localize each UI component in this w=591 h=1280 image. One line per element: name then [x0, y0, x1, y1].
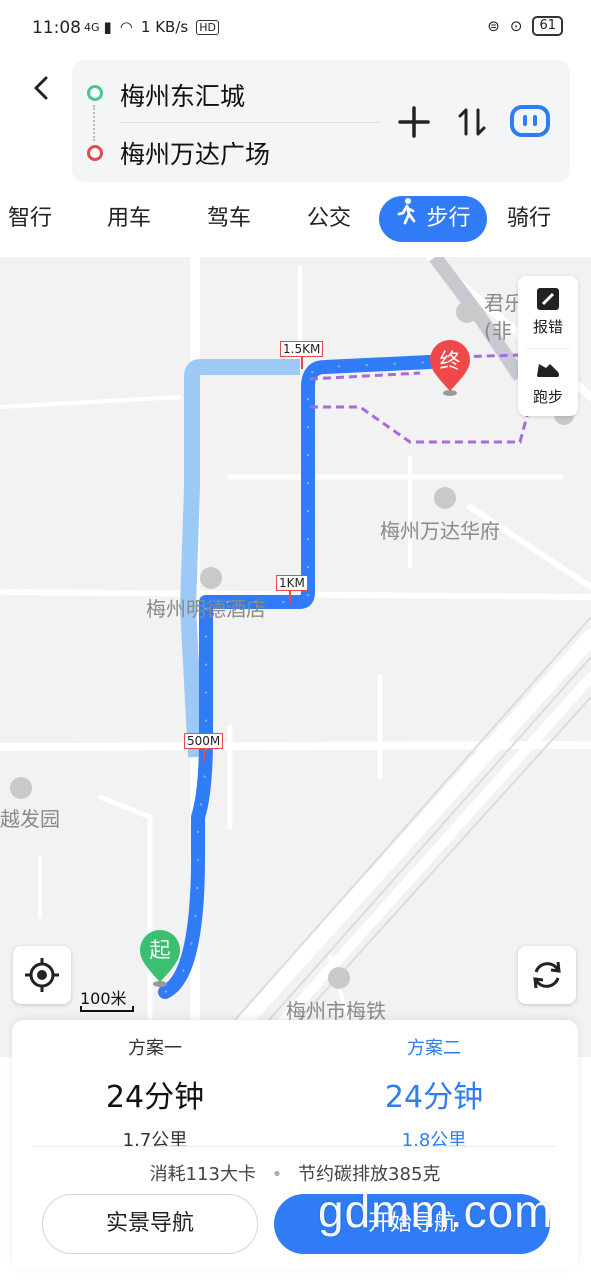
network-speed: 1 KB/s [140, 18, 189, 36]
poi-hotel-top-2: (非 [484, 319, 512, 343]
wifi-icon: ◠ [119, 18, 133, 36]
calories-text: 消耗113大卡 [149, 1164, 256, 1185]
refresh-route-button[interactable] [518, 946, 576, 1004]
report-error-label: 报错 [532, 318, 563, 336]
plan-duration: 24分钟 [105, 1080, 205, 1115]
tab-ride-hailing[interactable]: 用车 [96, 196, 162, 242]
signal-bars-icon: ▮ [103, 18, 112, 36]
station-poi-icon [328, 967, 350, 989]
back-button[interactable] [28, 70, 56, 106]
hd-icon: HD [196, 19, 219, 35]
tab-drive[interactable]: 驾车 [196, 196, 262, 242]
voice-assistant-button[interactable] [508, 101, 552, 141]
start-marker-label: 起 [149, 938, 171, 962]
map-side-panel: 报错 跑步 [518, 276, 578, 416]
route-summary: 消耗113大卡 • 节约碳排放385克 [12, 1160, 578, 1186]
poi-mingde-hotel: 梅州明德酒店 [146, 597, 266, 621]
distance-mark-1-5km: 1.5KM [280, 341, 324, 357]
battery-indicator: 61 [532, 16, 563, 36]
walking-icon [395, 196, 419, 242]
map-canvas [0, 257, 591, 1057]
shoe-icon [537, 364, 559, 377]
divider [120, 122, 380, 123]
swap-icon [458, 108, 486, 136]
chevron-left-icon [34, 76, 48, 100]
signal-icon: 4G [84, 20, 100, 34]
locate-button[interactable] [13, 946, 71, 1004]
plan-name: 方案一 [128, 1038, 182, 1059]
plan-distance: 1.8公里 [401, 1130, 467, 1151]
summary-dot: • [271, 1164, 283, 1185]
end-marker-label: 终 [439, 349, 461, 373]
tab-transit[interactable]: 公交 [296, 196, 362, 242]
add-waypoint-button[interactable] [394, 102, 434, 142]
status-time: 11:08 [32, 18, 81, 38]
origin-field[interactable]: 梅州东汇城 [120, 77, 245, 113]
run-button[interactable]: 跑步 [518, 356, 578, 407]
hotel-poi-icon [200, 567, 222, 589]
tab-bike[interactable]: 骑行 [496, 196, 562, 242]
tab-smart[interactable]: 智行 [0, 196, 60, 242]
edit-icon [537, 288, 559, 310]
status-right: ⊜ ⊙ 61 [487, 16, 563, 36]
start-marker[interactable]: 起 [137, 928, 183, 988]
carbon-text: 节约碳排放385克 [298, 1164, 441, 1185]
report-error-button[interactable]: 报错 [518, 286, 578, 337]
tab-walk[interactable]: 步行 [379, 196, 487, 242]
map-view[interactable]: 1.5KM 1KM 500M 君乐 (非 梅州万达华府 梅州明德酒店 越发园 梅… [0, 257, 591, 1057]
watermark-logo: gdmm.com [318, 1185, 554, 1237]
status-network: 4G ▮ ◠ 1 KB/s HD [80, 18, 219, 36]
distance-mark-1km: 1KM [276, 575, 308, 591]
hotel-poi-icon [456, 301, 478, 323]
refresh-icon [533, 961, 561, 989]
building-poi-icon [10, 777, 32, 799]
plan-duration: 24分钟 [384, 1080, 484, 1115]
plan-option-1[interactable]: 方案一 24分钟 1.7公里 [55, 1034, 255, 1152]
roads [0, 257, 591, 1057]
swap-button[interactable] [452, 102, 492, 142]
lock-icon: ⊜ [487, 17, 500, 35]
assistant-icon [510, 105, 550, 137]
crosshair-icon [25, 958, 59, 992]
poi-fayuan: 越发园 [0, 807, 60, 831]
side-divider [526, 348, 570, 349]
plan-distance: 1.7公里 [122, 1130, 188, 1151]
live-navigation-button[interactable]: 实景导航 [42, 1194, 258, 1254]
run-label: 跑步 [532, 388, 563, 406]
tab-walk-label: 步行 [426, 206, 471, 231]
route-input-card: 梅州东汇城 梅州万达广场 [72, 60, 570, 182]
poi-wanda-fu: 梅州万达华府 [380, 519, 500, 543]
status-bar: 11:08 4G ▮ ◠ 1 KB/s HD ⊜ ⊙ 61 [0, 0, 591, 58]
plus-icon [398, 106, 430, 138]
end-marker[interactable]: 终 [427, 339, 473, 397]
distance-mark-500m: 500M [184, 733, 224, 749]
destination-field[interactable]: 梅州万达广场 [120, 135, 270, 171]
plan-name: 方案二 [407, 1038, 461, 1059]
route-connector [93, 105, 95, 141]
building-poi-icon [434, 487, 456, 509]
sheet-divider [34, 1146, 556, 1147]
location-icon: ⊙ [509, 17, 523, 35]
end-dot-icon [87, 145, 103, 161]
travel-mode-tabs: 智行 用车 驾车 公交 步行 骑行 [0, 196, 591, 244]
plan-option-2[interactable]: 方案二 24分钟 1.8公里 [334, 1034, 534, 1152]
map-scale-bar [80, 1006, 134, 1012]
start-dot-icon [87, 85, 103, 101]
